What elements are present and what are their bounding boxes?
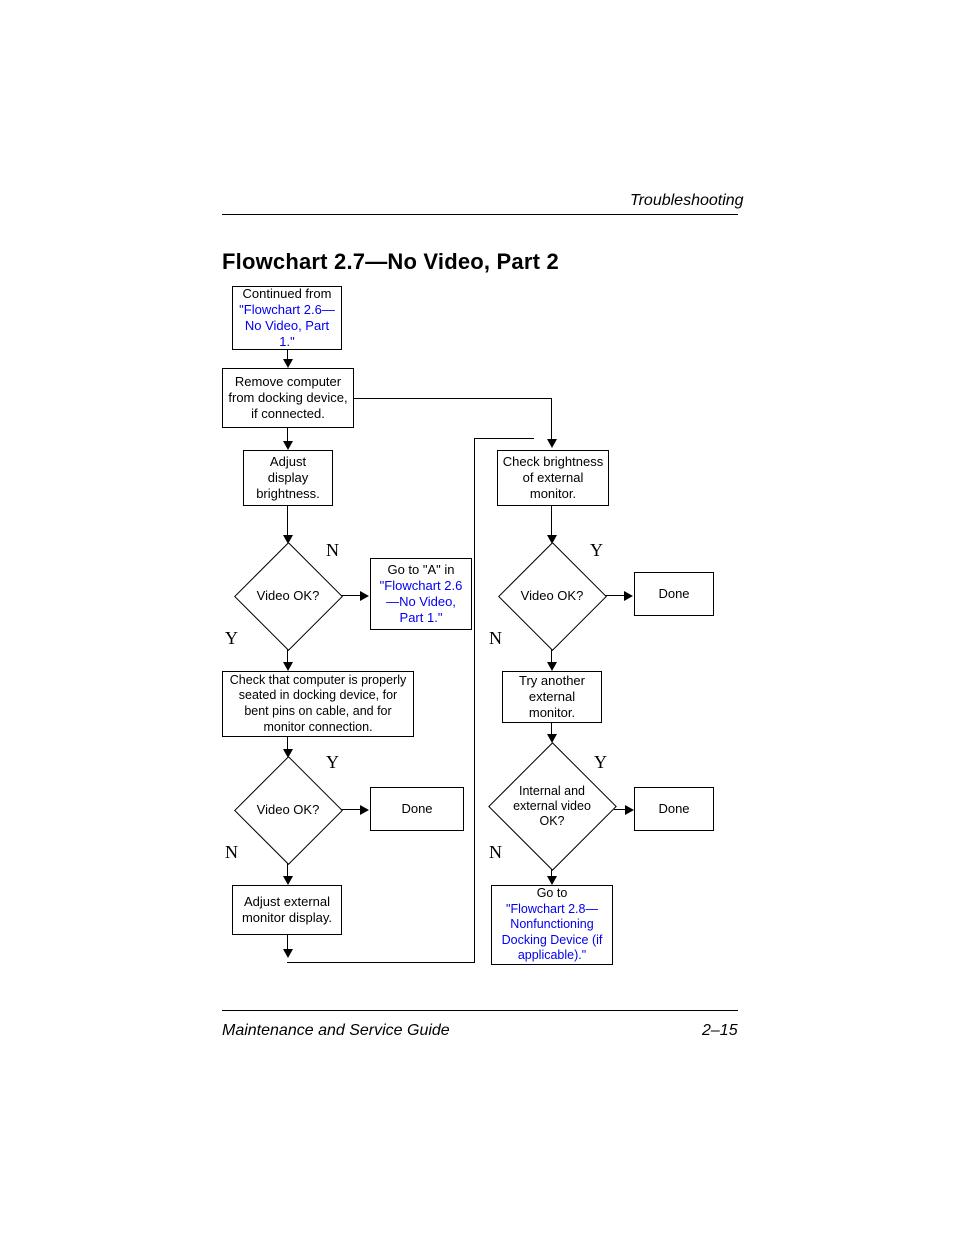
connector bbox=[551, 398, 552, 442]
label-n: N bbox=[489, 628, 502, 649]
node-continued-from: Continued from "Flowchart 2.6—No Video, … bbox=[232, 286, 342, 350]
text: Try another external monitor. bbox=[507, 673, 597, 722]
text: Check that computer is properly seated i… bbox=[227, 673, 409, 736]
label-y: Y bbox=[590, 540, 603, 561]
node-done-1: Done bbox=[634, 572, 714, 616]
connector bbox=[551, 506, 552, 538]
arrow-right-icon bbox=[624, 591, 633, 601]
arrow-down-icon bbox=[547, 439, 557, 448]
node-check-ext-brightness: Check brightness of external monitor. bbox=[497, 450, 609, 506]
arrow-right-icon bbox=[625, 805, 634, 815]
page-title: Flowchart 2.7—No Video, Part 2 bbox=[222, 249, 559, 275]
text: Go to bbox=[537, 886, 568, 902]
label-y: Y bbox=[326, 752, 339, 773]
connector bbox=[474, 438, 475, 962]
link-flowchart-2-6[interactable]: "Flowchart 2.6—No Video, Part 1." bbox=[237, 302, 337, 351]
node-check-seated: Check that computer is properly seated i… bbox=[222, 671, 414, 737]
footer-guide-name: Maintenance and Service Guide bbox=[222, 1022, 450, 1040]
node-goto-a: Go to "A" in "Flowchart 2.6—No Video, Pa… bbox=[370, 558, 472, 630]
node-done-3: Done bbox=[634, 787, 714, 831]
arrow-down-icon bbox=[283, 359, 293, 368]
text: Done bbox=[658, 801, 689, 817]
section-header: Troubleshooting bbox=[630, 192, 744, 210]
arrow-down-icon bbox=[283, 876, 293, 885]
link-flowchart-2-8[interactable]: "Flowchart 2.8—Nonfunctioning Docking De… bbox=[496, 902, 608, 965]
text: Adjust external monitor display. bbox=[237, 894, 337, 927]
node-adjust-external-display: Adjust external monitor display. bbox=[232, 885, 342, 935]
node-done-2: Done bbox=[370, 787, 464, 831]
arrow-down-icon bbox=[547, 876, 557, 885]
connector bbox=[354, 398, 552, 399]
text: Continued from bbox=[243, 286, 332, 302]
arrow-right-icon bbox=[360, 805, 369, 815]
arrow-down-icon bbox=[283, 662, 293, 671]
text: Go to "A" in bbox=[387, 562, 454, 578]
text: Internal and external video OK? bbox=[499, 743, 605, 869]
text: Done bbox=[658, 586, 689, 602]
link-flowchart-2-6-a[interactable]: "Flowchart 2.6—No Video, Part 1." bbox=[375, 578, 467, 627]
footer-rule bbox=[222, 1010, 738, 1011]
label-n: N bbox=[326, 540, 339, 561]
node-adjust-brightness: Adjust display brightness. bbox=[243, 450, 333, 506]
connector bbox=[287, 962, 475, 963]
arrow-right-icon bbox=[360, 591, 369, 601]
label-y: Y bbox=[225, 628, 238, 649]
header-rule bbox=[222, 214, 738, 215]
node-remove-from-dock: Remove computer from docking device, if … bbox=[222, 368, 354, 428]
footer-page-number: 2–15 bbox=[702, 1022, 738, 1040]
label-y: Y bbox=[594, 752, 607, 773]
arrow-down-icon bbox=[283, 949, 293, 958]
label-n: N bbox=[489, 842, 502, 863]
text: Remove computer from docking device, if … bbox=[227, 374, 349, 423]
connector bbox=[287, 506, 288, 538]
page: Troubleshooting Flowchart 2.7—No Video, … bbox=[0, 0, 954, 1235]
text: Adjust display brightness. bbox=[248, 454, 328, 503]
connector bbox=[474, 438, 534, 439]
text: Done bbox=[401, 801, 432, 817]
node-try-another-monitor: Try another external monitor. bbox=[502, 671, 602, 723]
arrow-down-icon bbox=[547, 662, 557, 671]
arrow-down-icon bbox=[283, 441, 293, 450]
label-n: N bbox=[225, 842, 238, 863]
node-goto-2-8: Go to "Flowchart 2.8—Nonfunctioning Dock… bbox=[491, 885, 613, 965]
text: Check brightness of external monitor. bbox=[502, 454, 604, 503]
